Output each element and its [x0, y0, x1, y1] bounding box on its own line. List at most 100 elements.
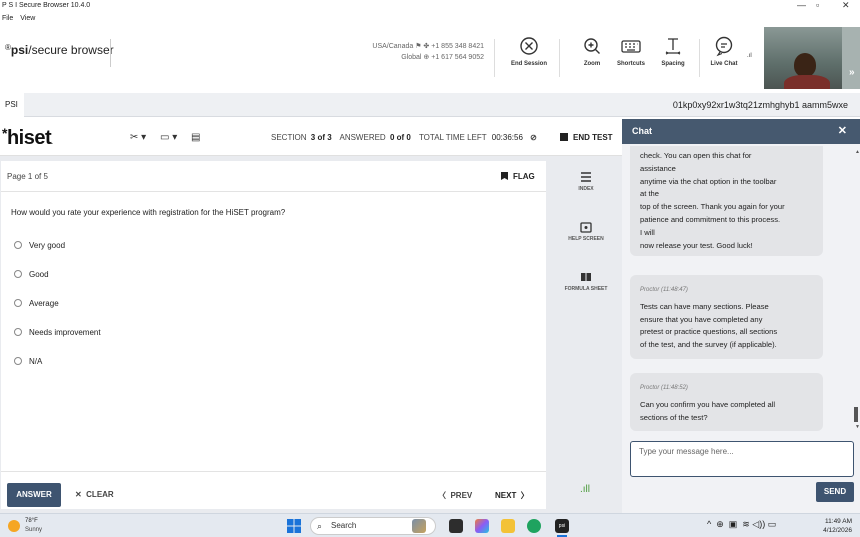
page-info: Page 1 of 5 [7, 172, 48, 181]
psi-header: ®psi/secure browser USA/Canada ⚑ ✤ +1 85… [0, 25, 860, 93]
book-icon [581, 273, 591, 281]
end-session-button[interactable]: End Session [498, 35, 560, 67]
close-circle-icon [520, 37, 538, 55]
phone-us-number: +1 855 348 8421 [431, 43, 484, 50]
support-phones: USA/Canada ⚑ ✤ +1 855 348 8421 Global ⊕ … [300, 41, 484, 63]
radio-icon [14, 241, 22, 249]
answer-button[interactable]: ANSWER [7, 483, 61, 507]
psi-browser-app-icon[interactable]: psi [555, 519, 569, 533]
collapse-icon[interactable]: » [849, 67, 855, 78]
weather-temp: 78°F [25, 518, 38, 524]
psi-tab-bar: PSI 01kp0xy92xr1w3tq21zmhghyb1 aamm5wxe [0, 93, 860, 117]
session-id: 01kp0xy92xr1w3tq21zmhghyb1 aamm5wxe [672, 100, 848, 110]
time-left: 00:36:56 [491, 133, 523, 142]
flag-icon [501, 172, 508, 180]
radio-icon [14, 357, 22, 365]
chat-message: Proctor (11:48:47) Tests can have many s… [630, 275, 823, 359]
clear-button[interactable]: ✕ CLEAR [75, 490, 114, 499]
hide-timer-icon[interactable]: ⊘ [530, 133, 537, 142]
clock-date: 4/12/2026 [823, 527, 852, 534]
weather-desc: Sunny [25, 527, 43, 533]
keyboard-icon [621, 40, 641, 53]
send-button[interactable]: SEND [816, 482, 854, 502]
x-icon: ✕ [75, 490, 82, 499]
signal-icon: .ıl [747, 53, 752, 59]
flag-icon: ⚑ ✤ [415, 43, 430, 50]
divider [1, 191, 546, 192]
radio-icon [14, 328, 22, 336]
psi-logo: ®psi/secure browser [5, 43, 114, 57]
main-area: Page 1 of 5 FLAG How would you rate your… [0, 156, 622, 513]
window-title-bar: P S I Secure Browser 10.4.0 — ▫ ✕ [0, 0, 860, 12]
option-average[interactable]: Average [14, 299, 59, 308]
end-test-button[interactable]: END TEST [560, 133, 613, 142]
keyboard-icon[interactable]: ▤ [191, 132, 200, 143]
restore-icon[interactable]: ▫ [816, 0, 819, 11]
phone-global-number: +1 617 564 9052 [431, 54, 484, 61]
chat-message: check. You can open this chat for assist… [630, 146, 823, 256]
globe-icon: ⊕ [423, 54, 430, 61]
divider [1, 471, 546, 472]
clock-time: 11:49 AM [825, 518, 852, 525]
task-view-icon[interactable] [449, 519, 463, 533]
chat-panel: Chat ✕ check. You can open this chat for… [622, 119, 860, 513]
chat-scrollbar[interactable] [854, 407, 858, 422]
divider [559, 39, 560, 77]
chat-message-input[interactable]: Type your message here... [630, 441, 854, 477]
chat-header: Chat [622, 119, 860, 144]
close-window-icon[interactable]: ✕ [842, 0, 850, 11]
help-screen-button[interactable]: HELP SCREEN [556, 221, 616, 242]
sun-icon [8, 520, 20, 532]
tools-icon[interactable]: ✂ ▾ [130, 132, 146, 143]
hiset-header: *hiset. ✂ ▾ ▭ ▾ ▤ SECTION 3 of 3 ANSWERE… [0, 119, 622, 156]
question-card: Page 1 of 5 FLAG How would you rate your… [1, 161, 546, 509]
chat-message: Proctor (11:48:52) Can you confirm you h… [630, 373, 823, 431]
webcam-preview: » [764, 27, 860, 89]
flag-button[interactable]: FLAG [501, 172, 535, 181]
divider [110, 39, 111, 67]
chevron-right-icon: 〉 [520, 491, 529, 500]
phone-global-label: Global [401, 54, 422, 61]
system-tray[interactable]: ^ ⊕ ▣ ≋ ◁)) ▭ [707, 519, 776, 530]
formula-sheet-button[interactable]: FORMULA SHEET [556, 271, 616, 292]
option-na[interactable]: N/A [14, 357, 42, 366]
help-icon [580, 222, 592, 233]
option-very-good[interactable]: Very good [14, 241, 65, 250]
message-sender: Proctor (11:48:47) [640, 287, 688, 293]
monitor-icon[interactable]: ▭ ▾ [160, 132, 177, 143]
close-icon[interactable]: ✕ [838, 119, 847, 144]
tab-psi[interactable]: PSI [0, 93, 24, 117]
menu-bar: File View [0, 12, 860, 25]
radio-icon [14, 270, 22, 278]
prev-button[interactable]: 〈 PREV [438, 490, 472, 501]
index-button[interactable]: INDEX [556, 171, 616, 192]
search-icon: ⌕ [317, 521, 323, 531]
window-title: P S I Secure Browser 10.4.0 [2, 2, 91, 9]
file-explorer-icon[interactable] [501, 519, 515, 533]
menu-file[interactable]: File [2, 15, 13, 22]
message-sender: Proctor (11:48:52) [640, 385, 688, 391]
chat-bubble-icon [715, 36, 733, 57]
hiset-logo: *hiset. [2, 125, 53, 149]
menu-view[interactable]: View [20, 15, 35, 22]
chevron-left-icon: 〈 [438, 491, 446, 500]
edge-icon[interactable] [527, 519, 541, 533]
menu-icon [581, 172, 591, 182]
text-spacing-icon [665, 38, 681, 55]
option-good[interactable]: Good [14, 270, 49, 279]
live-chat-button[interactable]: Live Chat [693, 35, 755, 67]
scroll-down-icon[interactable]: ▼ [855, 424, 860, 430]
widgets-icon[interactable] [412, 519, 426, 533]
windows-start-icon[interactable] [287, 519, 301, 533]
windows-taskbar: 78°F Sunny ⌕ Search psi ^ ⊕ ▣ ≋ ◁)) ▭ 11… [0, 513, 860, 537]
radio-icon [14, 299, 22, 307]
option-needs-improvement[interactable]: Needs improvement [14, 328, 101, 337]
signal-strength-icon: .ıll [580, 484, 590, 495]
section-status: SECTION 3 of 3 ANSWERED 0 of 0 TOTAL TIM… [271, 133, 537, 142]
scroll-up-icon[interactable]: ▲ [855, 149, 860, 155]
phone-us-label: USA/Canada [372, 43, 414, 50]
copilot-icon[interactable] [475, 519, 489, 533]
minimize-icon[interactable]: — [797, 0, 806, 11]
next-button[interactable]: NEXT 〉 [495, 490, 529, 501]
question-text: How would you rate your experience with … [11, 208, 286, 217]
